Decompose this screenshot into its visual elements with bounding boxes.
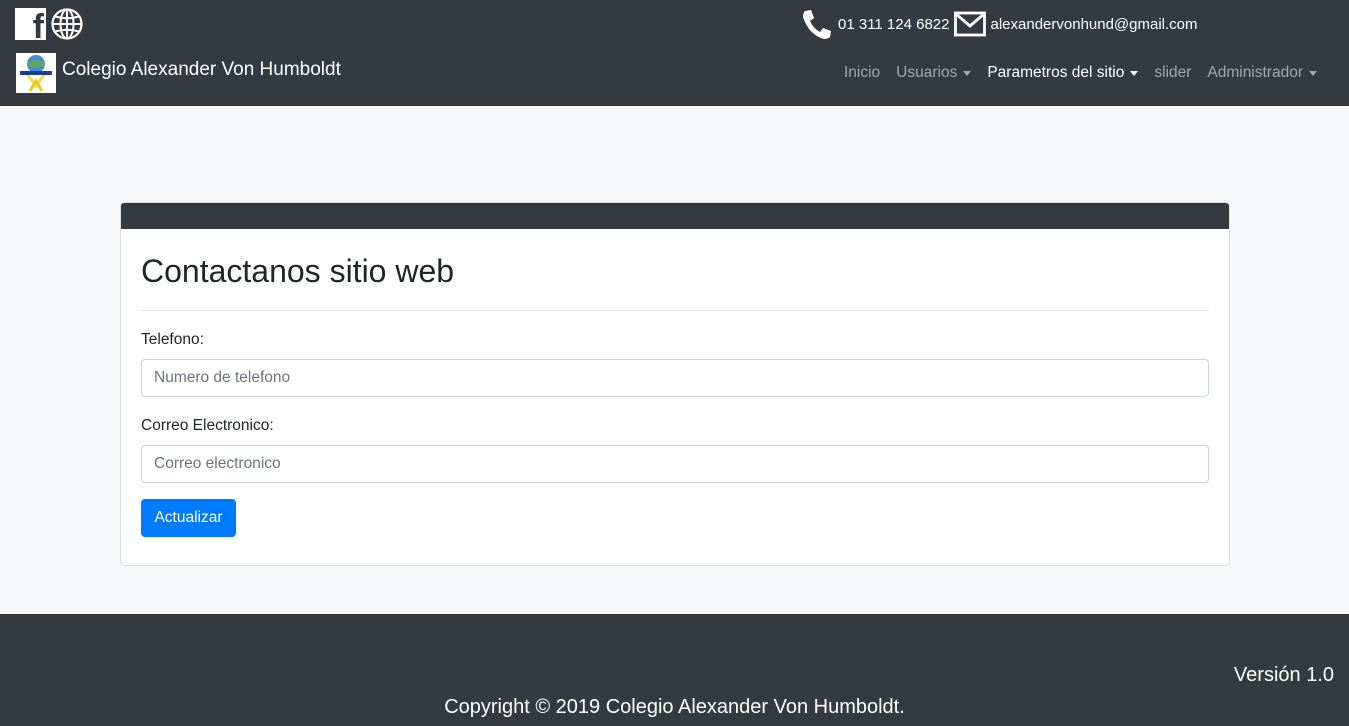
caret-down-icon (963, 70, 972, 76)
phone-number: 01 311 124 6822 (838, 15, 950, 33)
page-title: Contactanos sitio web (141, 253, 455, 289)
nav-item-usuarios[interactable]: Usuarios (888, 64, 979, 82)
caret-down-icon (1130, 70, 1139, 76)
email-input[interactable] (141, 445, 1209, 483)
divider (141, 310, 1209, 311)
phone-icon (803, 10, 831, 39)
caret-down-icon (1309, 70, 1317, 76)
footer: Versión 1.0 Copyright © 2019 Colegio Ale… (0, 614, 1349, 726)
facebook-icon[interactable]: f (15, 8, 46, 44)
nav-item-parametros[interactable]: Parametros del sitio (979, 64, 1146, 82)
social-links: f (15, 8, 83, 44)
brand-title: Colegio Alexander Von Humboldt (62, 59, 341, 80)
nav-item-slider[interactable]: slider (1146, 64, 1199, 82)
nav-item-inicio[interactable]: Inicio (836, 64, 888, 82)
top-header: f 01 311 124 6822 alexandervonhund@gmail… (0, 0, 1349, 106)
globe-icon[interactable] (51, 8, 83, 40)
copyright: Copyright © 2019 Colegio Alexander Von H… (444, 696, 905, 718)
mail-icon (953, 11, 986, 37)
update-button[interactable]: Actualizar (141, 499, 236, 537)
card-header (121, 203, 1229, 229)
phone-input[interactable] (141, 359, 1209, 397)
phone-label: Telefono: (141, 331, 204, 348)
nav-item-administrador[interactable]: Administrador (1199, 64, 1325, 82)
brand[interactable]: Colegio Alexander Von Humboldt (16, 53, 341, 93)
main-nav: Inicio Usuarios Parametros del sitio sli… (836, 64, 1325, 82)
contact-info: 01 311 124 6822 alexandervonhund@gmail.c… (800, 8, 1198, 40)
school-logo (16, 53, 56, 93)
version-label: Versión 1.0 (1233, 664, 1334, 686)
contact-card: Contactanos sitio web Telefono: Correo E… (120, 202, 1230, 566)
email-label: Correo Electronico: (141, 417, 274, 434)
email-address[interactable]: alexandervonhund@gmail.com (991, 16, 1198, 33)
